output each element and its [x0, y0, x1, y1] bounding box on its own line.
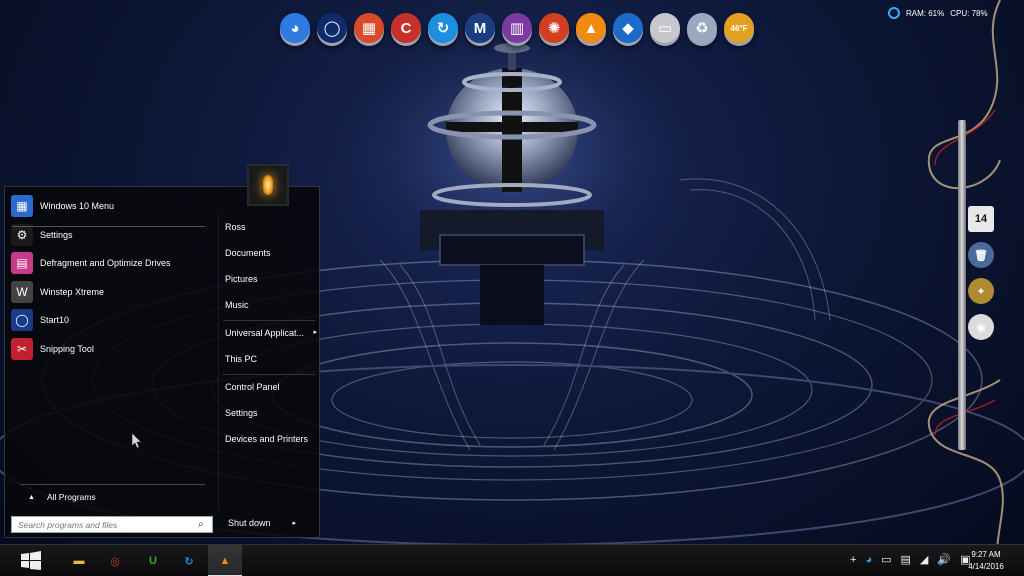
- place-item[interactable]: Control Panel: [225, 382, 317, 392]
- utorrent-icon[interactable]: U: [142, 550, 164, 572]
- start10-icon: ◯: [11, 309, 33, 332]
- ccleaner-icon[interactable]: C: [391, 13, 421, 43]
- program-item-label: Settings: [40, 229, 73, 240]
- ccleaner-refresh-icon[interactable]: ↻: [178, 550, 200, 572]
- lamp-icon: [263, 175, 273, 195]
- recycle-bin-icon[interactable]: ♻: [687, 13, 717, 43]
- place-item[interactable]: This PC: [225, 354, 317, 364]
- arrow-up-icon: ▲: [28, 493, 35, 501]
- file-explorer-icon[interactable]: ▬: [68, 550, 90, 572]
- place-item[interactable]: Pictures: [225, 274, 317, 284]
- top-dock: ◕ ◯ ▦ C ↻ M ▥ ✺ ▲ ◆ ▭ ♻ 46°F: [280, 8, 754, 48]
- lamp-sun-icon[interactable]: ✺: [539, 13, 569, 43]
- place-item-label: Pictures: [225, 274, 258, 284]
- search-box[interactable]: ⌕: [11, 516, 213, 533]
- all-programs-label: All Programs: [46, 492, 96, 502]
- place-item[interactable]: Settings: [225, 408, 317, 418]
- refresh-sync-icon[interactable]: ↻: [428, 13, 458, 43]
- file-manager-icon[interactable]: ▦: [354, 13, 384, 43]
- recycle-bin-icon[interactable]: 🗑: [968, 242, 994, 268]
- system-meter: RAM: 61% CPU: 78%: [888, 5, 988, 21]
- show-hidden-icon[interactable]: +: [850, 554, 856, 566]
- program-item[interactable]: ▦ Windows 10 Menu: [4, 192, 210, 221]
- compass-icon[interactable]: ◉: [968, 314, 994, 340]
- mouse-pointer-icon: [132, 433, 142, 449]
- start10-ring-icon[interactable]: ◯: [317, 13, 347, 43]
- volume-icon[interactable]: 🔊: [937, 553, 951, 566]
- place-item-label: Music: [225, 300, 249, 310]
- place-item[interactable]: Music: [225, 300, 317, 310]
- teamviewer-diamond-icon[interactable]: ◆: [613, 13, 643, 43]
- shutdown-group: Shut down ▸: [228, 518, 296, 528]
- search-input[interactable]: [18, 519, 198, 530]
- places-pane: Ross Documents Pictures Music Universal Appl…: [218, 214, 318, 510]
- program-item[interactable]: W Winstep Xtreme: [4, 278, 210, 307]
- taskbar: ▬ ◎ U ↻ ▲ + ◕ ▭ ▤ ◢ 🔊 ▣ 9:27 AM 4/14/2016: [0, 544, 1024, 576]
- side-dock-rail: [958, 120, 966, 450]
- places-separator: [223, 374, 315, 375]
- chrome-icon[interactable]: ◎: [104, 550, 126, 572]
- start-button[interactable]: [14, 547, 48, 575]
- calendar-icon[interactable]: 14: [968, 206, 994, 232]
- place-item[interactable]: Devices and Printers: [225, 434, 317, 444]
- user-avatar[interactable]: [247, 164, 289, 206]
- places-separator: [223, 320, 315, 321]
- clock-date: 4/14/2016: [968, 562, 1004, 571]
- shutdown-button[interactable]: Shut down: [228, 518, 271, 528]
- place-item[interactable]: Ross: [225, 222, 317, 232]
- vlc-icon[interactable]: ▲: [214, 550, 236, 572]
- submenu-arrow-icon: ▸: [313, 329, 317, 336]
- gauge-icon: [888, 7, 900, 19]
- program-item[interactable]: ◯ Start10: [4, 306, 210, 335]
- ram-usage: RAM: 61%: [906, 8, 945, 18]
- gear-icon: ⚙: [11, 223, 33, 246]
- windows-logo-icon: [21, 551, 41, 570]
- card-icon[interactable]: ▤: [901, 553, 911, 566]
- shutdown-options-arrow-icon[interactable]: ▸: [293, 519, 297, 527]
- drive-icon[interactable]: ▭: [650, 13, 680, 43]
- winstep-icon: W: [11, 280, 33, 303]
- wifi-icon[interactable]: ◢: [920, 553, 928, 566]
- clock[interactable]: 9:27 AM 4/14/2016: [964, 549, 1008, 573]
- side-dock: 14 🗑 ✦ ◉: [966, 206, 996, 340]
- program-item-label: Winstep Xtreme: [40, 286, 105, 297]
- program-list: ▦ Windows 10 Menu ⚙ Settings ▤ Defragment and…: [4, 192, 210, 363]
- scissors-icon: ✂: [11, 337, 33, 360]
- place-item-label: Devices and Printers: [225, 434, 309, 444]
- all-programs-button[interactable]: ▲ All Programs: [28, 492, 96, 502]
- place-item-label: Control Panel: [225, 382, 280, 392]
- program-item-label: Defragment and Optimize Drives: [40, 258, 171, 269]
- sync-icon[interactable]: ◕: [865, 554, 872, 566]
- all-programs-separator: [20, 484, 205, 485]
- program-item-label: Windows 10 Menu: [40, 201, 115, 212]
- program-item-label: Snipping Tool: [40, 343, 94, 354]
- winstep-gear-icon[interactable]: ✦: [968, 278, 994, 304]
- vlc-cone-icon[interactable]: ▲: [576, 13, 606, 43]
- place-item-label: Documents: [225, 248, 271, 258]
- cpu-usage: CPU: 78%: [950, 8, 988, 18]
- winrar-books-icon[interactable]: ▥: [502, 13, 532, 43]
- program-item-label: Start10: [40, 315, 70, 326]
- system-tray: + ◕ ▭ ▤ ◢ 🔊 ▣: [850, 553, 970, 567]
- place-item-label: Settings: [225, 408, 258, 418]
- program-item[interactable]: ▤ Defragment and Optimize Drives: [4, 249, 210, 278]
- program-item[interactable]: ✂ Snipping Tool: [4, 335, 210, 364]
- weather-sun-icon[interactable]: 46°F: [724, 13, 754, 43]
- place-item[interactable]: Documents: [225, 248, 317, 258]
- browser-globe-icon[interactable]: ◕: [280, 13, 310, 43]
- clock-time: 9:27 AM: [971, 550, 1001, 559]
- defrag-icon: ▤: [11, 252, 33, 275]
- program-item[interactable]: ⚙ Settings: [4, 221, 210, 250]
- windows-tiles-icon: ▦: [11, 195, 33, 218]
- pinned-separator: [12, 226, 205, 227]
- place-item-label: This PC: [225, 354, 258, 364]
- battery-icon[interactable]: ▭: [881, 553, 891, 566]
- malwarebytes-icon[interactable]: M: [465, 13, 495, 43]
- place-item-label: Universal Applicat...: [225, 328, 305, 338]
- place-item[interactable]: Universal Applicat... ▸: [225, 328, 317, 338]
- search-icon[interactable]: ⌕: [198, 519, 204, 530]
- place-item-label: Ross: [225, 222, 246, 232]
